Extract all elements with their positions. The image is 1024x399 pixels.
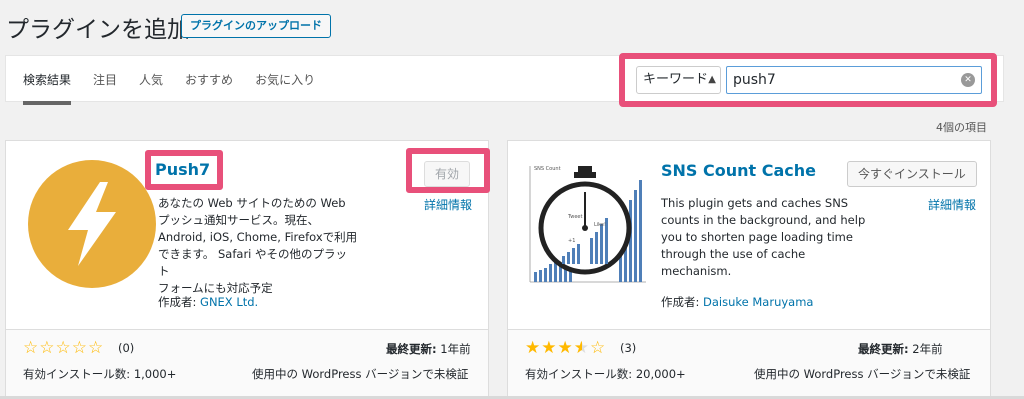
upload-plugin-button[interactable]: プラグインのアップロード: [181, 14, 331, 38]
icon-label-sns-count: SNS Count: [534, 166, 561, 172]
icon-label-like: Like!: [594, 222, 606, 228]
compatibility: 使用中の WordPress バージョンで未検証: [252, 367, 469, 381]
rating-count: (0): [118, 341, 135, 355]
active-installs: 有効インストール数: 1,000+: [23, 367, 177, 381]
page-gutter: [1004, 0, 1024, 399]
card-footer: ☆☆☆☆☆ (0) 最終更新: 1年前 有効インストール数: 1,000+ 使用…: [6, 329, 488, 399]
install-now-button[interactable]: 今すぐインストール: [847, 161, 977, 187]
details-link[interactable]: 詳細情報: [928, 196, 976, 213]
last-updated: 最終更新: 1年前: [386, 342, 471, 356]
icon-label-plus-one: +1: [568, 238, 575, 244]
tab-search-results[interactable]: 検索結果: [23, 71, 72, 105]
card-footer: ★★★★☆ (3) 最終更新: 2年前 有効インストール数: 20,000+ 使…: [508, 329, 990, 399]
plugin-author: 作成者: GNEX Ltd.: [158, 295, 259, 309]
plugin-description: This plugin gets and caches SNS counts i…: [661, 196, 866, 278]
last-updated: 最終更新: 2年前: [858, 342, 943, 356]
star-rating: ★★★★☆: [525, 338, 607, 358]
details-link[interactable]: 詳細情報: [424, 196, 472, 213]
plugin-card-sns-count-cache: SNS Count Tweet Like! +1 SNS Count Cache…: [507, 140, 991, 399]
search-highlight-box: [619, 53, 997, 107]
author-link[interactable]: GNEX Ltd.: [200, 295, 258, 309]
name-highlight-box: [145, 150, 223, 190]
icon-label-tweet: Tweet: [567, 214, 582, 220]
star-rating: ☆☆☆☆☆: [23, 338, 105, 358]
half-star-icon: ★: [573, 338, 590, 358]
plugin-name-sns-count-cache[interactable]: SNS Count Cache: [661, 161, 816, 180]
plugin-description: あなたの Web サイトのための Web プッシュ通知サービス。現在、 Andr…: [158, 196, 358, 295]
tab-popular[interactable]: 人気: [139, 71, 163, 105]
plugin-author: 作成者: Daisuke Maruyama: [661, 295, 814, 309]
item-count: 4個の項目: [936, 121, 987, 134]
active-installs: 有効インストール数: 20,000+: [525, 367, 686, 381]
lightning-icon: [28, 160, 156, 288]
tab-recommended[interactable]: おすすめ: [185, 71, 233, 105]
tab-favorites[interactable]: お気に入り: [255, 71, 315, 105]
tab-featured[interactable]: 注目: [93, 71, 117, 105]
page-title: プラグインを追加: [6, 17, 190, 43]
stopwatch-chart-icon: SNS Count Tweet Like! +1: [524, 160, 652, 288]
compatibility: 使用中の WordPress バージョンで未検証: [754, 367, 971, 381]
rating-count: (3): [620, 341, 637, 355]
filter-tabs: 検索結果 注目 人気 おすすめ お気に入り: [23, 71, 337, 105]
author-link[interactable]: Daisuke Maruyama: [703, 295, 813, 309]
button-highlight-box: [406, 148, 490, 193]
